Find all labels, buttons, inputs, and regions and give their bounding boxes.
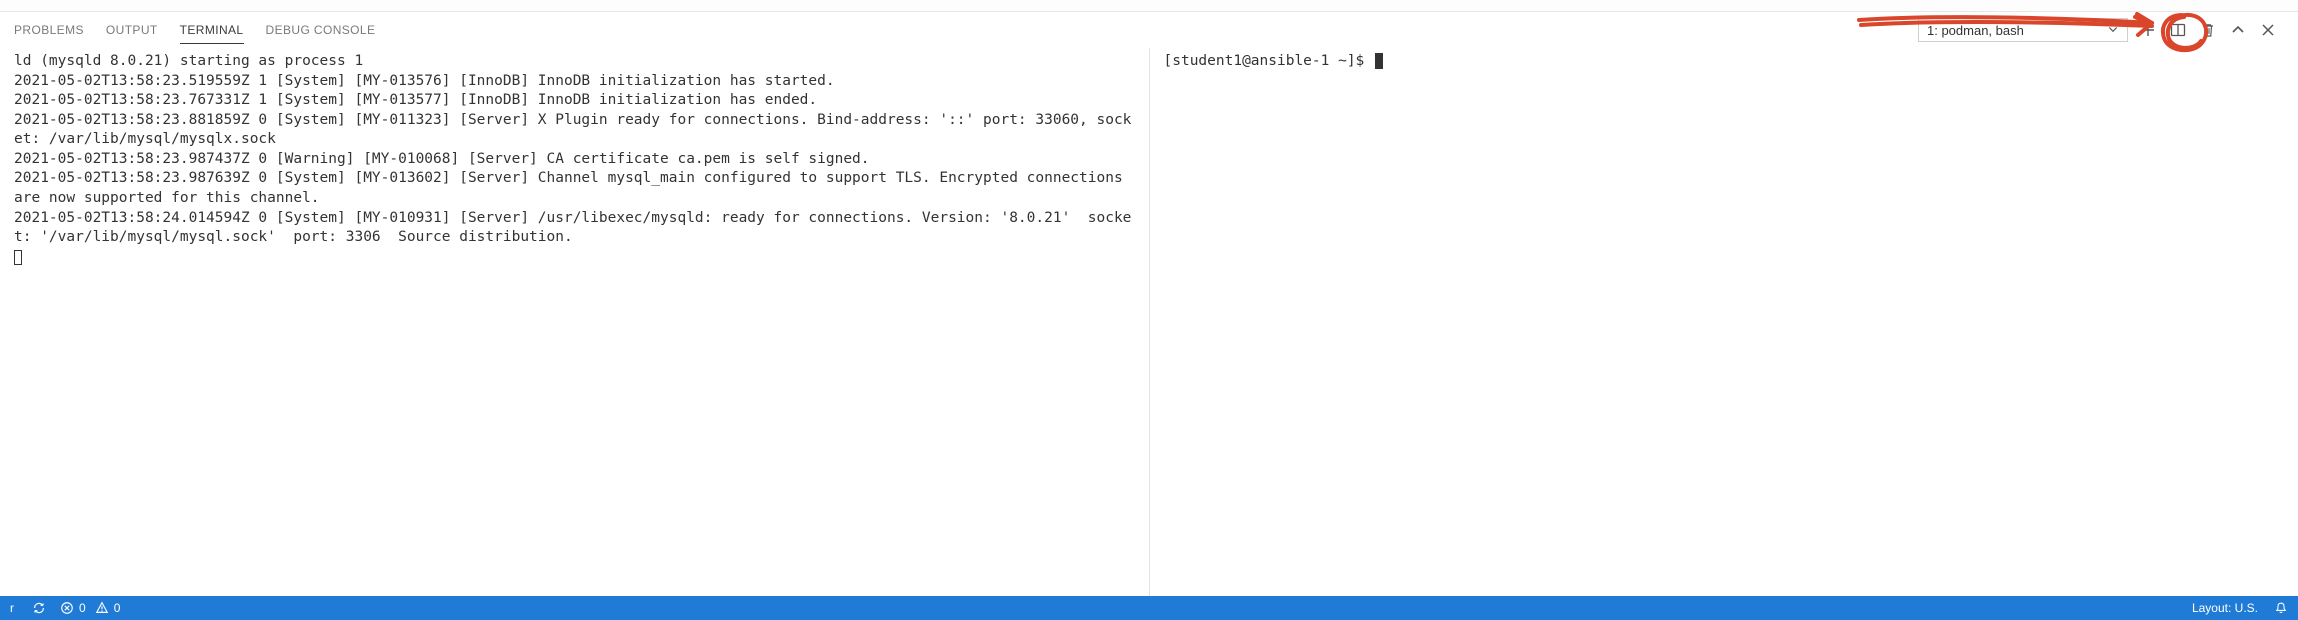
- statusbar-notifications[interactable]: [2274, 601, 2288, 615]
- terminal-pane-left[interactable]: ld (mysqld 8.0.21) starting as process 1…: [0, 48, 1149, 596]
- kill-terminal-button[interactable]: [2198, 20, 2218, 40]
- warning-icon: [95, 601, 109, 615]
- maximize-panel-button[interactable]: [2228, 20, 2248, 40]
- error-count: 0: [79, 601, 86, 615]
- terminal-selector[interactable]: 1: podman, bash: [1918, 18, 2128, 42]
- error-icon: [60, 601, 74, 615]
- terminal-selector-label: 1: podman, bash: [1927, 23, 2024, 38]
- terminal-pane-right[interactable]: [student1@ansible-1 ~]$: [1150, 48, 2298, 596]
- statusbar-problems[interactable]: 0 0: [60, 601, 120, 615]
- sync-icon: [32, 601, 46, 615]
- terminal-controls: 1: podman, bash: [1918, 18, 2284, 42]
- close-panel-button[interactable]: [2258, 20, 2278, 40]
- status-bar: r 0 0 Layout: U.S.: [0, 596, 2298, 620]
- terminal-prompt: [student1@ansible-1 ~]$: [1164, 53, 1374, 69]
- chevron-down-icon: [2107, 23, 2119, 38]
- editor-area-placeholder: [0, 0, 2298, 12]
- new-terminal-button[interactable]: [2138, 20, 2158, 40]
- tab-problems[interactable]: PROBLEMS: [14, 17, 84, 44]
- statusbar-layout[interactable]: Layout: U.S.: [2192, 601, 2258, 615]
- tab-output[interactable]: OUTPUT: [106, 17, 158, 44]
- cursor: [1375, 53, 1383, 69]
- cursor: [14, 250, 22, 265]
- bottom-panel: PROBLEMS OUTPUT TERMINAL DEBUG CONSOLE 1…: [0, 12, 2298, 596]
- warning-count: 0: [114, 601, 121, 615]
- bell-icon: [2274, 601, 2288, 615]
- tab-debug-console[interactable]: DEBUG CONSOLE: [266, 17, 376, 44]
- panel-tabs: PROBLEMS OUTPUT TERMINAL DEBUG CONSOLE 1…: [0, 12, 2298, 48]
- terminals-container: ld (mysqld 8.0.21) starting as process 1…: [0, 48, 2298, 596]
- statusbar-sync[interactable]: [32, 601, 46, 615]
- statusbar-remote-truncated[interactable]: r: [10, 601, 18, 615]
- split-terminal-button[interactable]: [2168, 20, 2188, 40]
- tab-terminal[interactable]: TERMINAL: [180, 17, 244, 44]
